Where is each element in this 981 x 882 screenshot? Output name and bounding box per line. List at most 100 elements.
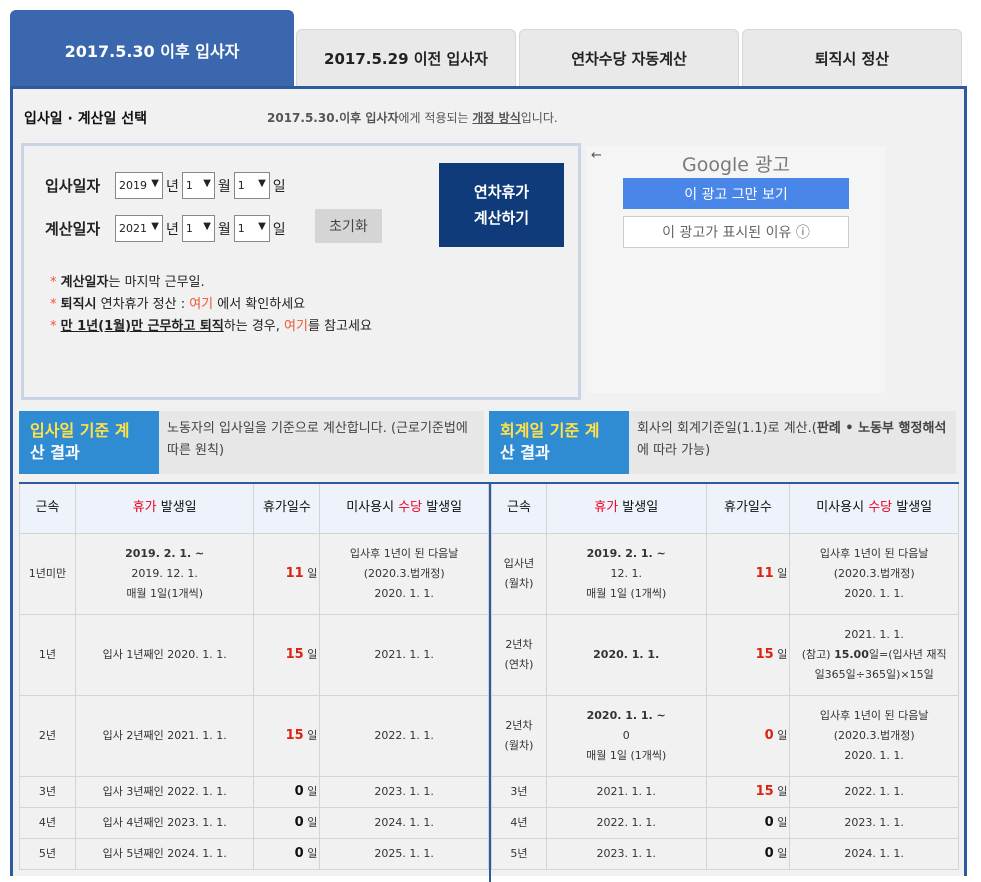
tab-bar: 2017.5.30 이후 입사자 2017.5.29 이전 입사자 연차수당 자… <box>0 0 981 88</box>
cell-tenure: 3년 <box>19 775 76 808</box>
days-value: 0 <box>764 727 774 743</box>
day-unit: 일 <box>777 566 788 580</box>
join-month-select[interactable]: 1 ▼ <box>181 172 215 199</box>
tab-after-2017-5-30[interactable]: 2017.5.30 이후 입사자 <box>10 10 294 88</box>
col-occur: 휴가 발생일 <box>74 482 255 534</box>
occur-line: 12. 1. <box>610 566 642 580</box>
left-result-desc: 노동자의 입사일을 기준으로 계산합니다. (근로기준법에 따른 원칙) <box>167 421 468 458</box>
cell-tenure: 2년차 (월차) <box>491 694 547 777</box>
cell-occur: 입사 2년째인 2021. 1. 1. <box>74 694 255 777</box>
col-unused-red: 수당 <box>868 500 893 516</box>
col-unused: 미사용시 수당 발생일 <box>789 482 959 534</box>
cell-unused: 2023. 1. 1. <box>319 775 489 808</box>
cell-occur: 2020. 1. 1. <box>545 613 707 696</box>
tab-before-2017-5-29[interactable]: 2017.5.29 이전 입사자 <box>296 29 516 86</box>
unused-line: (2020.3.법개정) <box>833 566 915 580</box>
day-unit: 일 <box>777 647 788 661</box>
cell-occur: 2023. 1. 1. <box>545 837 707 870</box>
tab-retirement-settlement[interactable]: 퇴직시 정산 <box>742 29 962 86</box>
table-row: 3년 입사 3년째인 2022. 1. 1. 0 일 2023. 1. 1. <box>19 775 489 808</box>
col-days: 휴가일수 <box>705 482 791 534</box>
col-unused-red: 수당 <box>398 500 423 516</box>
cell-tenure: 4년 <box>19 806 76 839</box>
unused-line: 입사후 1년이 된 다음날 <box>819 708 929 722</box>
chevron-down-icon: ▼ <box>258 221 266 232</box>
desc-date: 2017.5.30. <box>267 111 340 125</box>
day-unit: 일 <box>272 221 286 238</box>
day-unit: 일 <box>307 647 318 661</box>
day-unit: 일 <box>272 178 286 195</box>
tenure-line: 2년차 <box>505 637 533 651</box>
reset-button[interactable]: 초기화 <box>315 209 382 243</box>
unused-line: 2020. 1. 1. <box>374 586 434 600</box>
col-unused-a: 미사용시 <box>346 500 399 516</box>
occur-line: 매월 1일(1개씩) <box>126 586 203 600</box>
cell-occur: 2021. 1. 1. <box>545 775 707 808</box>
cell-tenure: 입사년 (월차) <box>491 532 547 615</box>
table-row: 5년 2023. 1. 1. 0 일 2024. 1. 1. <box>491 837 959 870</box>
join-day-value: 1 <box>237 179 245 192</box>
label-highlight: 회계일 기준 <box>500 421 580 440</box>
join-day-select[interactable]: 1 ▼ <box>233 172 270 199</box>
calculate-button-line1: 연차휴가 <box>473 183 530 201</box>
cell-days: 15 일 <box>705 613 791 696</box>
selector-description: 2017.5.30.이후 입사자에게 적용되는 개정 방식입니다. <box>267 109 558 126</box>
main-panel: 입사일 · 계산일 선택 2017.5.30.이후 입사자에게 적용되는 개정 … <box>10 86 967 882</box>
table-row: 1년 입사 1년째인 2020. 1. 1. 15 일 2021. 1. 1. <box>19 613 489 696</box>
chevron-down-icon: ▼ <box>258 178 266 189</box>
col-unused-b: 발생일 <box>422 500 463 516</box>
day-unit: 일 <box>777 784 788 798</box>
calc-date-row: 계산일자 2021 ▼ 년 1 ▼ 월 1 ▼ 일 <box>45 215 289 242</box>
calculate-button[interactable]: 연차휴가 계산하기 <box>439 163 564 247</box>
note-bold: 계산일자 <box>60 275 109 290</box>
note-3: * 만 1년(1월)만 근무하고 퇴직하는 경우, 여기를 참고세요 <box>50 316 372 338</box>
cell-unused: 입사후 1년이 된 다음날 (2020.3.법개정) 2020. 1. 1. <box>789 532 959 615</box>
cell-tenure: 4년 <box>491 806 547 839</box>
cell-unused: 입사후 1년이 된 다음날 (2020.3.법개정) 2020. 1. 1. <box>789 694 959 777</box>
join-date-label: 입사일자 <box>45 177 101 195</box>
occur-line: 2019. 2. 1. ~ <box>586 546 666 560</box>
note-text: 에서 확인하세요 <box>213 297 306 312</box>
note-text: 는 마지막 근무일. <box>108 275 205 290</box>
label-highlight: 계 <box>109 421 130 440</box>
table-header-row: 근속 휴가 발생일 휴가일수 미사용시 수당 발생일 <box>19 482 489 534</box>
unused-line: 일365일÷365일)×15일 <box>814 667 934 681</box>
cell-occur: 입사 5년째인 2024. 1. 1. <box>74 837 255 870</box>
tenure-line: (월차) <box>504 738 534 752</box>
note-link-here[interactable]: 여기 <box>284 319 308 334</box>
table-row: 2년차 (연차) 2020. 1. 1. 15 일 2021. 1. 1. (참고)… <box>491 613 959 696</box>
note-link-here[interactable]: 여기 <box>189 297 213 312</box>
cell-unused: 2023. 1. 1. <box>789 806 959 839</box>
chevron-down-icon: ▼ <box>203 221 211 232</box>
desc-bold: 판례 • 노동부 행정해석 <box>816 421 947 436</box>
occur-line: 2019. 12. 1. <box>131 566 198 580</box>
join-year-select[interactable]: 2019 ▼ <box>115 172 163 199</box>
days-value: 15 <box>755 783 774 799</box>
cell-unused: 2024. 1. 1. <box>789 837 959 870</box>
right-result-desc: 회사의 회계기준일(1.1)로 계산.(판례 • 노동부 행정해석에 따라 가능… <box>629 411 956 474</box>
unused-line: 입사후 1년이 된 다음날 <box>819 546 929 560</box>
cell-tenure: 5년 <box>491 837 547 870</box>
cell-occur: 2020. 1. 1. ~ 0 매월 1일 (1개씩) <box>545 694 707 777</box>
table-row: 4년 입사 4년째인 2023. 1. 1. 0 일 2024. 1. 1. <box>19 806 489 839</box>
cell-unused: 2021. 1. 1. <box>319 613 489 696</box>
tab-allowance-calc[interactable]: 연차수당 자동계산 <box>519 29 739 86</box>
cell-unused: 2024. 1. 1. <box>319 806 489 839</box>
calc-day-select[interactable]: 1 ▼ <box>233 215 270 242</box>
table-row: 2년 입사 2년째인 2021. 1. 1. 15 일 2022. 1. 1. <box>19 694 489 777</box>
stop-ad-button[interactable]: 이 광고 그만 보기 <box>623 178 849 209</box>
calc-year-select[interactable]: 2021 ▼ <box>115 215 163 242</box>
unused-line: 입사후 1년이 된 다음날 <box>349 546 459 560</box>
days-value: 0 <box>294 845 304 861</box>
left-result-table: 근속 휴가 발생일 휴가일수 미사용시 수당 발생일 1년미만 2019. 2.… <box>19 482 489 870</box>
col-tenure: 근속 <box>19 482 76 534</box>
day-unit: 일 <box>777 728 788 742</box>
desc-target: 이후 입사자 <box>339 111 399 125</box>
day-unit: 일 <box>307 784 318 798</box>
table-row: 4년 2022. 1. 1. 0 일 2023. 1. 1. <box>491 806 959 839</box>
cell-occur: 2022. 1. 1. <box>545 806 707 839</box>
calc-day-value: 1 <box>237 222 245 235</box>
label-highlight: 입사일 기준 <box>30 421 110 440</box>
calc-month-select[interactable]: 1 ▼ <box>181 215 215 242</box>
why-ad-button[interactable]: 이 광고가 표시된 이유 ⓘ <box>623 216 849 248</box>
